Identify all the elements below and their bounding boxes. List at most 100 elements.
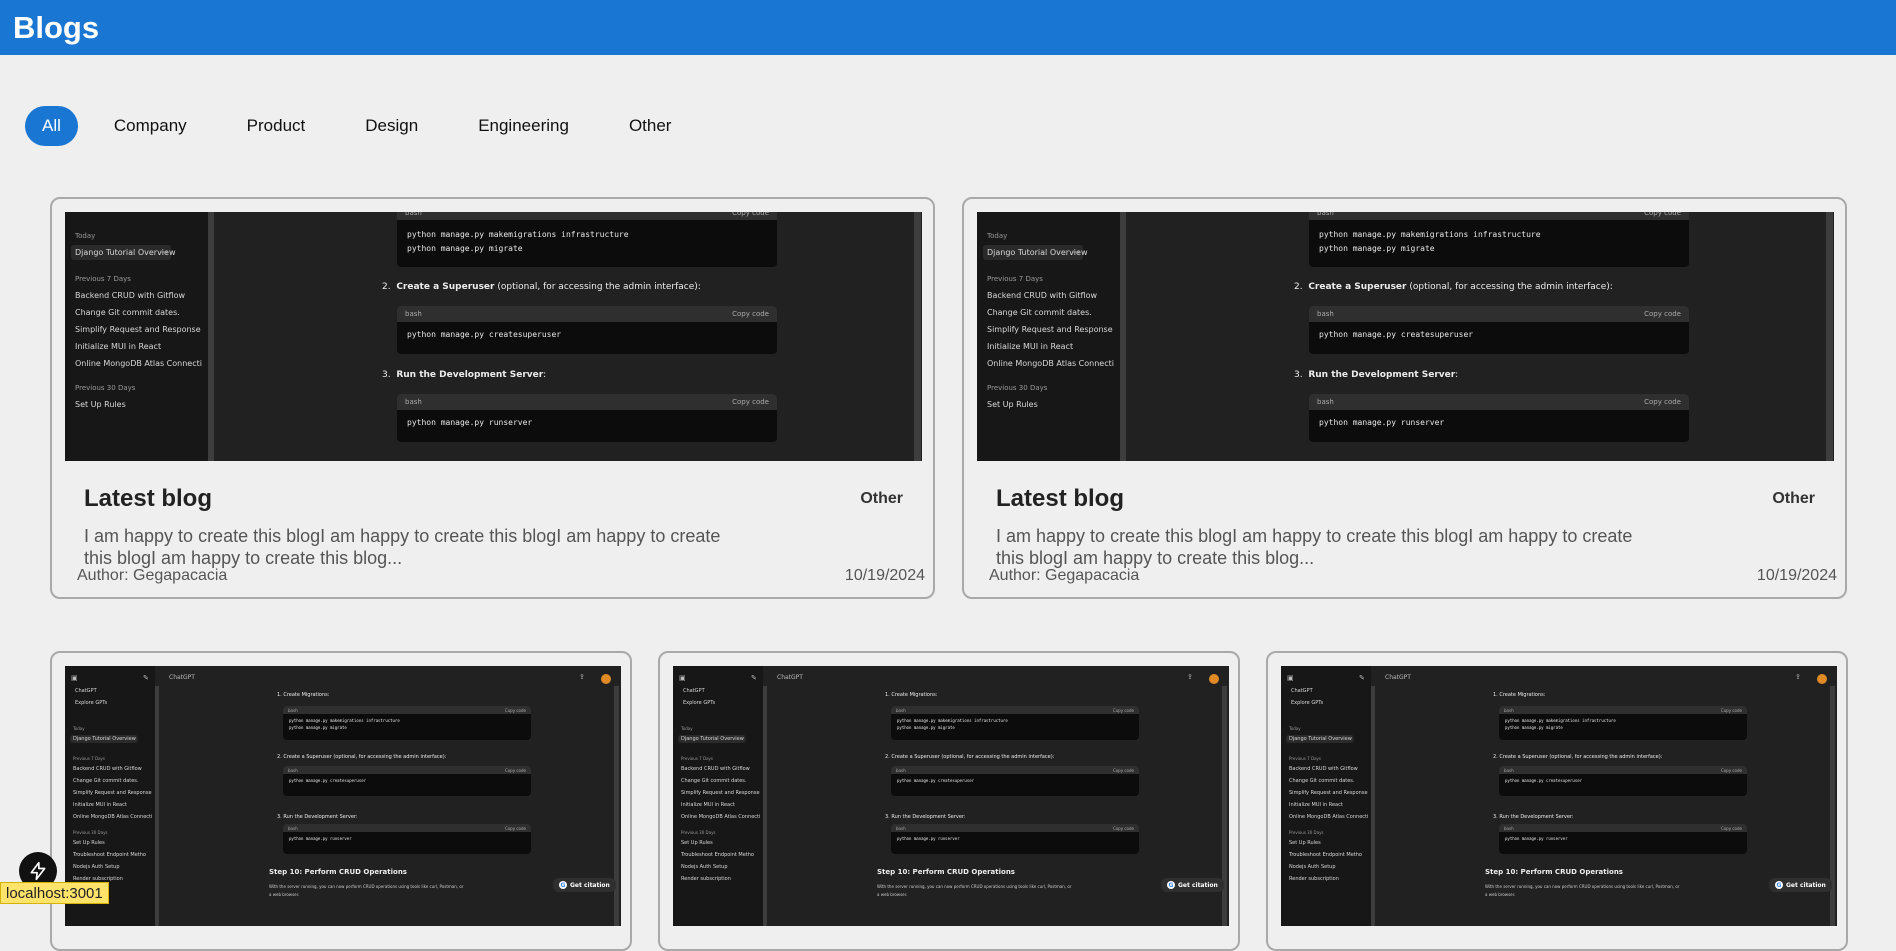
- thumb-code-line: python manage.py makemigrations infrastr…: [1505, 718, 1616, 723]
- thumb-code-header: bash Copy code: [283, 824, 531, 832]
- thumb-code-line: python manage.py migrate: [897, 725, 955, 730]
- thumb-heading: Step 10: Perform CRUD Operations: [877, 868, 1015, 876]
- thumb-body: With the server running, you can now per…: [877, 884, 1072, 889]
- thumb-step: 3. Run the Development Server:: [1294, 370, 1458, 380]
- thumb-step: 2. Create a Superuser (optional, for acc…: [277, 754, 447, 760]
- thumb-sidebar: ▣ ✎ ChatGPT Explore GPTs Today Django Tutoria…: [673, 666, 763, 926]
- thumb-lang-label: bash: [405, 310, 422, 318]
- blog-date: 10/19/2024: [844, 567, 925, 584]
- page-title: Blogs: [13, 9, 100, 45]
- thumb-sidebar-item: Initialize MUI in React: [681, 802, 735, 808]
- thumb-lang-label: bash: [896, 825, 906, 831]
- thumb-code-block: bash Copy code python manage.py runserver: [1499, 824, 1747, 854]
- thumb-sidebar-item: Nodejs Auth Setup: [681, 864, 728, 870]
- thumb-sidebar-heading: Previous 30 Days: [75, 384, 136, 392]
- thumb-code-block: bash Copy code python manage.py runserver: [891, 824, 1139, 854]
- thumb-avatar: [1817, 674, 1827, 684]
- thumb-scrollbar: [155, 686, 159, 926]
- thumb-code-line: python manage.py migrate: [1505, 725, 1563, 730]
- thumb-sidebar-item: Backend CRUD with Gitflow: [681, 766, 750, 772]
- thumb-sidebar-item: Backend CRUD with Gitflow: [73, 766, 142, 772]
- blog-thumbnail: ▣ ✎ ChatGPT Explore GPTs Today Django Tutoria…: [673, 666, 1229, 926]
- thumb-code-block: bash Copy code python manage.py createsupe…: [283, 766, 531, 796]
- thumb-lang-label: bash: [896, 767, 906, 773]
- thumb-copy-label: Copy code: [504, 825, 526, 831]
- featured-blog-card-1[interactable]: Today Django Tutorial Overview ··· Previous…: [50, 197, 935, 599]
- blog-thumbnail: Today Django Tutorial Overview ··· Previous…: [65, 212, 922, 461]
- thumb-sidebar-item: Online MongoDB Atlas Connecti: [987, 359, 1114, 368]
- thumb-panel-icon: ▣: [71, 674, 78, 682]
- thumb-sidebar-item: Online MongoDB Atlas Connecti: [73, 814, 153, 820]
- thumb-heading: Step 10: Perform CRUD Operations: [1485, 868, 1623, 876]
- thumb-body: a web browser.: [877, 892, 908, 897]
- blog-category: Other: [1772, 490, 1815, 507]
- thumb-body: a web browser.: [1485, 892, 1516, 897]
- thumb-step: 1. Create Migrations:: [277, 692, 330, 698]
- filter-other[interactable]: Other: [605, 106, 696, 146]
- blog-thumbnail: ▣ ✎ ChatGPT Explore GPTs Today Django Tutoria…: [65, 666, 621, 926]
- blog-card-3[interactable]: ▣ ✎ ChatGPT Explore GPTs Today Django Tutoria…: [50, 651, 632, 951]
- thumb-sidebar-item: Nodejs Auth Setup: [1289, 864, 1336, 870]
- thumb-code-block: bash Copy code python manage.py makemigrat…: [397, 212, 777, 267]
- featured-blog-card-2[interactable]: Today Django Tutorial Overview ··· Previous…: [962, 197, 1847, 599]
- thumb-code-block: bash Copy code python manage.py makemigrat…: [891, 706, 1139, 740]
- thumb-lang-label: bash: [405, 212, 422, 217]
- filter-company[interactable]: Company: [90, 106, 211, 146]
- thumb-code-header: bash Copy code: [397, 212, 777, 220]
- thumb-sidebar-item: Change Git commit dates.: [681, 778, 747, 784]
- thumb-sidebar-heading: Today: [1289, 726, 1301, 731]
- thumb-code-block: bash Copy code python manage.py makemigrat…: [283, 706, 531, 740]
- thumb-sidebar-heading: Previous 30 Days: [73, 830, 108, 835]
- thumb-sidebar-item: Simplify Request and Response: [1289, 790, 1368, 796]
- thumb-code-block: bash Copy code python manage.py createsupe…: [1499, 766, 1747, 796]
- thumb-scrollbar: [1222, 686, 1227, 926]
- blog-title: Latest blog: [996, 485, 1125, 512]
- thumb-more-icon: ···: [160, 248, 168, 257]
- thumb-copy-label: Copy code: [1112, 767, 1134, 773]
- thumb-step: 2. Create a Superuser (optional, for acc…: [1294, 282, 1613, 292]
- thumb-citation-button: G Get citation: [1769, 878, 1832, 892]
- thumb-code-line: python manage.py createsuperuser: [1505, 778, 1583, 783]
- thumb-code-line: python manage.py createsuperuser: [897, 778, 975, 783]
- thumb-scrollbar: [914, 212, 921, 461]
- thumb-code-line: python manage.py runserver: [1505, 836, 1568, 841]
- blog-author: Author: Gegapacacia: [77, 567, 228, 584]
- thumb-step: 1. Create Migrations:: [1493, 692, 1546, 698]
- thumb-copy-label: Copy code: [504, 767, 526, 773]
- thumb-step-bold: Run the Development Server: [396, 370, 544, 380]
- thumb-sidebar-item: Initialize MUI in React: [1289, 802, 1343, 808]
- thumb-step: 2. Create a Superuser (optional, for acc…: [382, 282, 701, 292]
- thumb-avatar: [1209, 674, 1219, 684]
- thumb-model-label: ChatGPT: [1385, 674, 1411, 681]
- thumb-code-line: python manage.py runserver: [407, 418, 533, 427]
- thumb-code-line: python manage.py migrate: [289, 725, 347, 730]
- thumb-sidebar-item: Initialize MUI in React: [75, 342, 162, 351]
- blog-card-4[interactable]: ▣ ✎ ChatGPT Explore GPTs Today Django Tutoria…: [658, 651, 1240, 951]
- filter-product[interactable]: Product: [223, 106, 330, 146]
- blog-excerpt: I am happy to create this blogI am happy…: [996, 526, 1633, 568]
- filter-engineering[interactable]: Engineering: [454, 106, 593, 146]
- thumb-sidebar-item: Change Git commit dates.: [987, 308, 1092, 317]
- thumb-menu-item: Explore GPTs: [75, 700, 108, 706]
- thumb-lang-label: bash: [288, 767, 298, 773]
- thumb-step-rest: :: [1455, 370, 1459, 380]
- thumb-lang-label: bash: [288, 825, 298, 831]
- blog-excerpt: I am happy to create this blogI am happy…: [84, 526, 721, 568]
- thumb-sidebar-item: Set Up Rules: [73, 840, 105, 846]
- thumb-code-header: bash Copy code: [1499, 824, 1747, 832]
- thumb-body: a web browser.: [269, 892, 300, 897]
- thumb-lang-label: bash: [896, 707, 906, 713]
- thumb-sidebar-item: Change Git commit dates.: [73, 778, 139, 784]
- thumb-sidebar-heading: Previous 7 Days: [681, 756, 713, 761]
- blog-card-5[interactable]: ▣ ✎ ChatGPT Explore GPTs Today Django Tutoria…: [1266, 651, 1848, 951]
- app-header: Blogs: [0, 0, 1896, 55]
- thumb-sidebar-heading: Previous 7 Days: [987, 275, 1043, 283]
- filter-design[interactable]: Design: [341, 106, 442, 146]
- thumb-step-bold: Create a Superuser: [1308, 282, 1407, 292]
- thumb-sidebar-item: Initialize MUI in React: [987, 342, 1074, 351]
- filter-all[interactable]: All: [25, 106, 78, 146]
- thumb-citation-button: G Get citation: [553, 878, 616, 892]
- blog-category: Other: [860, 490, 903, 507]
- thumb-step-rest: :: [543, 370, 547, 380]
- thumb-sidebar-item: Render subscription: [681, 876, 731, 882]
